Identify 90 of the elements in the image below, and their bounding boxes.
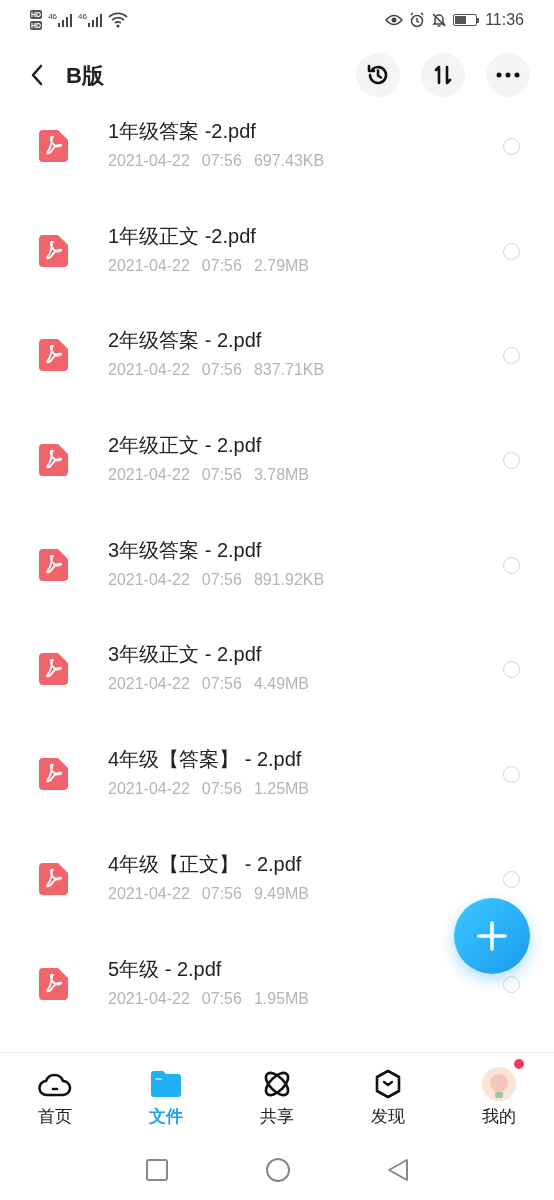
more-button[interactable] <box>486 53 530 97</box>
history-button[interactable] <box>356 53 400 97</box>
file-row[interactable]: 1年级正文 -2.pdf 2021-04-22 07:56 2.79MB <box>0 214 554 320</box>
nav-tab[interactable]: 发现 <box>332 1053 444 1140</box>
file-date: 2021-04-22 <box>108 674 190 695</box>
file-name: 2年级答案 - 2.pdf <box>108 328 263 354</box>
alarm-icon <box>409 12 426 28</box>
clock-time: 11:36 <box>485 10 524 30</box>
select-radio[interactable] <box>503 242 520 260</box>
select-radio[interactable] <box>503 138 520 155</box>
select-radio[interactable] <box>503 556 520 574</box>
avatar-icon <box>481 1067 516 1101</box>
eye-icon <box>385 14 404 26</box>
nav-tab[interactable]: 共享 <box>221 1053 333 1140</box>
file-time: 07:56 <box>201 569 242 590</box>
file-row[interactable]: 4年级【答案】 - 2.pdf 2021-04-22 07:56 1.25MB <box>0 738 554 843</box>
more-icon <box>496 72 520 78</box>
battery-icon <box>453 14 480 26</box>
hexagon-icon <box>373 1069 402 1099</box>
signal-icon <box>87 13 102 27</box>
file-time: 07:56 <box>201 360 242 381</box>
pdf-file-icon <box>39 758 68 791</box>
select-radio[interactable] <box>503 766 520 784</box>
file-row[interactable]: 3年级正文 - 2.pdf 2021-04-22 07:56 4.49MB <box>0 633 554 739</box>
file-name: 3年级正文 - 2.pdf <box>108 642 263 668</box>
file-name: 5年级 - 2.pdf <box>108 956 223 982</box>
pdf-file-icon <box>39 967 68 1000</box>
sort-button[interactable] <box>421 53 465 97</box>
file-size: 1.95MB <box>253 988 310 1009</box>
select-radio[interactable] <box>503 975 520 993</box>
pdf-file-icon <box>39 130 68 162</box>
plus-icon <box>477 921 507 951</box>
select-radio[interactable] <box>503 347 520 365</box>
file-date: 2021-04-22 <box>108 360 190 381</box>
file-size: 2.79MB <box>253 255 310 276</box>
file-date: 2021-04-22 <box>108 569 190 590</box>
file-size: 697.43KB <box>253 151 325 171</box>
file-row[interactable]: 2年级答案 - 2.pdf 2021-04-22 07:56 837.71KB <box>0 319 554 425</box>
file-size: 891.92KB <box>253 569 325 590</box>
file-date: 2021-04-22 <box>108 988 190 1009</box>
file-name: 3年级答案 - 2.pdf <box>108 537 263 563</box>
file-name: 2年级正文 - 2.pdf <box>108 433 263 459</box>
pdf-file-icon <box>39 444 68 477</box>
nav-tab[interactable]: 我的 <box>443 1053 554 1140</box>
network-label: 46 <box>48 13 58 21</box>
network-label: 46 <box>78 13 87 21</box>
recents-button[interactable] <box>145 1158 169 1182</box>
back-nav-button[interactable] <box>387 1158 409 1182</box>
file-date: 2021-04-22 <box>108 779 190 800</box>
file-size: 837.71KB <box>253 360 325 381</box>
file-date: 2021-04-22 <box>108 883 190 904</box>
select-radio[interactable] <box>503 870 520 888</box>
file-row[interactable]: 2年级正文 - 2.pdf 2021-04-22 07:56 3.78MB <box>0 424 554 529</box>
file-size: 9.49MB <box>253 883 310 904</box>
file-size: 4.49MB <box>253 674 310 695</box>
pdf-file-icon <box>39 234 68 267</box>
nav-tab[interactable]: 首页 <box>0 1053 111 1140</box>
pdf-file-icon <box>39 548 68 581</box>
folder-icon <box>151 1071 182 1097</box>
file-time: 07:56 <box>201 674 242 695</box>
file-name: 1年级正文 -2.pdf <box>108 223 257 249</box>
file-name: 4年级【正文】 - 2.pdf <box>108 851 303 877</box>
pdf-file-icon <box>39 862 68 895</box>
file-time: 07:56 <box>201 465 242 486</box>
file-name: 4年级【答案】 - 2.pdf <box>108 747 303 773</box>
home-button[interactable] <box>265 1157 291 1183</box>
add-button[interactable] <box>454 898 530 974</box>
file-date: 2021-04-22 <box>108 465 190 486</box>
page-title: B版 <box>66 61 104 90</box>
file-date: 2021-04-22 <box>108 151 190 171</box>
file-time: 07:56 <box>201 988 242 1009</box>
file-date: 2021-04-22 <box>108 255 190 276</box>
pdf-file-icon <box>39 339 68 372</box>
orbit-icon <box>262 1069 292 1099</box>
pdf-file-icon <box>39 653 68 686</box>
file-time: 07:56 <box>201 883 242 904</box>
file-time: 07:56 <box>201 255 242 276</box>
wifi-icon <box>107 12 128 28</box>
file-row[interactable]: 4年级【正文】 - 2.pdf 2021-04-22 07:56 9.49MB <box>0 842 554 948</box>
file-name: 1年级答案 -2.pdf <box>108 119 257 144</box>
muted-bell-icon <box>431 12 448 28</box>
file-row[interactable]: 3年级答案 - 2.pdf 2021-04-22 07:56 891.92KB <box>0 528 554 634</box>
file-size: 1.25MB <box>253 779 310 800</box>
select-radio[interactable] <box>503 661 520 679</box>
file-row[interactable]: 1年级答案 -2.pdf 2021-04-22 07:56 697.43KB <box>0 110 554 215</box>
select-radio[interactable] <box>503 452 520 470</box>
file-size: 3.78MB <box>253 465 310 486</box>
file-time: 07:56 <box>201 151 242 171</box>
file-time: 07:56 <box>201 779 242 800</box>
signal-icon <box>58 13 73 27</box>
